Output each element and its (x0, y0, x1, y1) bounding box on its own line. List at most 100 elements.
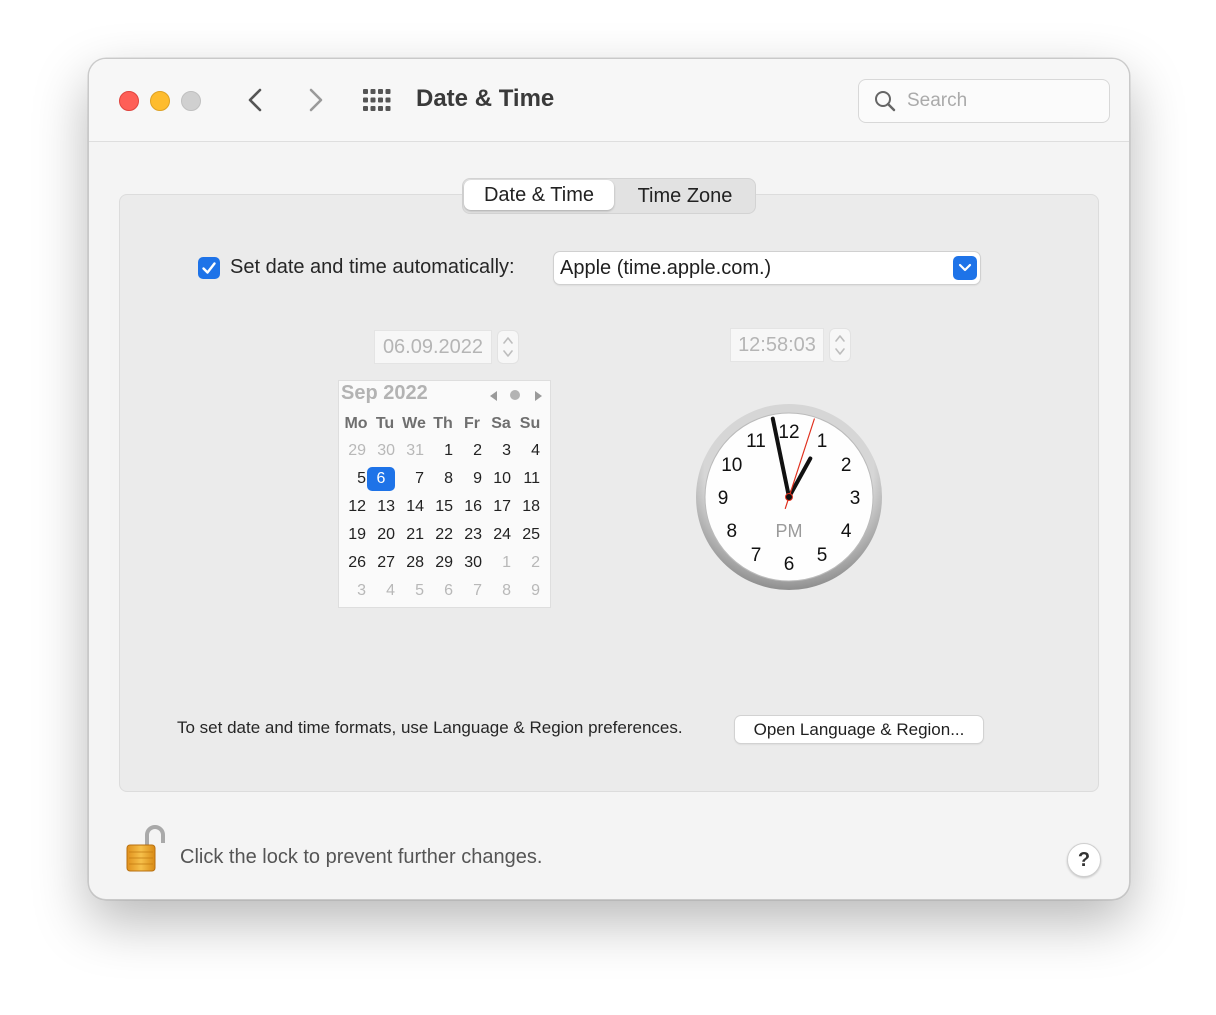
checkmark-icon (202, 262, 216, 274)
calendar-day[interactable]: 2 (512, 551, 540, 575)
calendar-day[interactable]: 4 (512, 439, 540, 463)
calendar-day[interactable]: 9 (454, 467, 482, 491)
time-server-select[interactable]: Apple (time.apple.com.) (554, 252, 980, 284)
dropdown-button[interactable] (953, 256, 977, 280)
minimize-button[interactable] (150, 91, 170, 111)
calendar-day[interactable]: 16 (454, 495, 482, 519)
preferences-window: Date & Time Date & Time Time Zone Set da… (88, 58, 1130, 900)
titlebar: Date & Time (89, 59, 1129, 142)
calendar-day[interactable]: 4 (367, 579, 395, 603)
stepper-icon (835, 335, 845, 355)
calendar-day[interactable]: 29 (338, 439, 366, 463)
weekday-header: Tu (375, 415, 395, 432)
clock-numeral: 7 (751, 545, 762, 566)
auto-time-label: Set date and time automatically: (230, 256, 515, 278)
clock-numeral: 1 (817, 431, 828, 452)
clock-numeral: 8 (727, 521, 738, 542)
calendar-day[interactable]: 8 (425, 467, 453, 491)
calendar-day[interactable]: 5 (396, 579, 424, 603)
weekday-header: Mo (344, 415, 368, 432)
calendar-day[interactable]: 7 (396, 467, 424, 491)
time-field[interactable]: 12:58:03 (730, 328, 824, 362)
lock-hint: Click the lock to prevent further change… (180, 846, 543, 868)
calendar-day[interactable]: 6 (425, 579, 453, 603)
clock-numeral: 11 (746, 431, 766, 452)
help-button[interactable]: ? (1067, 843, 1101, 877)
weekday-header: Fr (464, 415, 480, 432)
calendar[interactable]: Sep 2022 Mo Tu We Th Fr Sa Su 29 30 31 1 2 3 4 5 6 7 8 9 10… (338, 380, 551, 608)
clock-numeral: 4 (841, 521, 852, 542)
calendar-day[interactable]: 15 (425, 495, 453, 519)
calendar-day[interactable]: 12 (338, 495, 366, 519)
calendar-day[interactable]: 2 (454, 439, 482, 463)
calendar-day[interactable]: 30 (454, 551, 482, 575)
meridiem-label: PM (776, 521, 803, 541)
search-icon (875, 91, 896, 112)
next-month-icon[interactable] (533, 391, 543, 401)
calendar-day[interactable]: 11 (512, 467, 540, 491)
analog-clock[interactable]: 12 12 3 45 6 78 9 1011 PM (695, 403, 883, 591)
tab-time-zone[interactable]: Time Zone (615, 179, 755, 213)
search-input[interactable] (905, 86, 1099, 116)
calendar-day[interactable]: 20 (367, 523, 395, 547)
calendar-day[interactable]: 3 (338, 579, 366, 603)
clock-numeral: 6 (784, 554, 795, 575)
date-stepper[interactable] (497, 330, 519, 364)
calendar-day[interactable]: 1 (483, 551, 511, 575)
clock-numeral: 5 (817, 545, 828, 566)
tab-date-time[interactable]: Date & Time (464, 180, 614, 210)
formats-hint: To set date and time formats, use Langua… (177, 718, 683, 737)
weekday-header: Th (433, 415, 453, 432)
calendar-day[interactable]: 8 (483, 579, 511, 603)
calendar-day[interactable]: 26 (338, 551, 366, 575)
previous-month-icon[interactable] (489, 391, 499, 401)
calendar-day[interactable]: 1 (425, 439, 453, 463)
back-chevron-icon[interactable] (240, 84, 272, 116)
calendar-month-title: Sep 2022 (341, 382, 428, 404)
time-server-value: Apple (time.apple.com.) (560, 257, 772, 279)
calendar-day[interactable]: 10 (483, 467, 511, 491)
calendar-day[interactable]: 24 (483, 523, 511, 547)
calendar-day[interactable]: 17 (483, 495, 511, 519)
chevron-down-icon (958, 263, 972, 272)
calendar-day[interactable]: 13 (367, 495, 395, 519)
clock-numeral: 2 (841, 455, 852, 476)
calendar-day[interactable]: 28 (396, 551, 424, 575)
calendar-day[interactable]: 22 (425, 523, 453, 547)
time-stepper[interactable] (829, 328, 851, 362)
tab-bar: Date & Time Time Zone (462, 178, 756, 214)
zoom-button[interactable] (181, 91, 201, 111)
calendar-day[interactable]: 18 (512, 495, 540, 519)
calendar-day[interactable]: 27 (367, 551, 395, 575)
stepper-icon (503, 337, 513, 357)
calendar-day[interactable]: 19 (338, 523, 366, 547)
grid-icon[interactable] (361, 87, 393, 113)
open-language-region-button[interactable]: Open Language & Region... (735, 716, 983, 743)
calendar-day[interactable]: 6 (367, 467, 395, 491)
calendar-day[interactable]: 9 (512, 579, 540, 603)
unlocked-lock-icon[interactable] (125, 823, 165, 875)
calendar-day[interactable]: 29 (425, 551, 453, 575)
calendar-day[interactable]: 5 (338, 467, 366, 491)
calendar-day[interactable]: 25 (512, 523, 540, 547)
auto-time-checkbox[interactable] (198, 257, 220, 279)
window-title: Date & Time (416, 85, 555, 112)
weekday-header: Sa (491, 415, 511, 432)
calendar-day[interactable]: 14 (396, 495, 424, 519)
clock-numeral: 9 (718, 488, 729, 509)
clock-numeral: 3 (850, 488, 861, 509)
date-field[interactable]: 06.09.2022 (374, 330, 492, 364)
today-dot-icon[interactable] (510, 390, 520, 400)
calendar-day[interactable]: 31 (396, 439, 424, 463)
calendar-day[interactable]: 23 (454, 523, 482, 547)
calendar-day[interactable]: 7 (454, 579, 482, 603)
close-button[interactable] (119, 91, 139, 111)
forward-chevron-icon[interactable] (299, 84, 331, 116)
calendar-day[interactable]: 3 (483, 439, 511, 463)
weekday-header: Su (519, 415, 541, 432)
weekday-header: We (402, 415, 426, 432)
calendar-day[interactable]: 21 (396, 523, 424, 547)
search-field[interactable] (858, 79, 1110, 123)
calendar-day[interactable]: 30 (367, 439, 395, 463)
clock-numeral: 12 (778, 422, 799, 443)
